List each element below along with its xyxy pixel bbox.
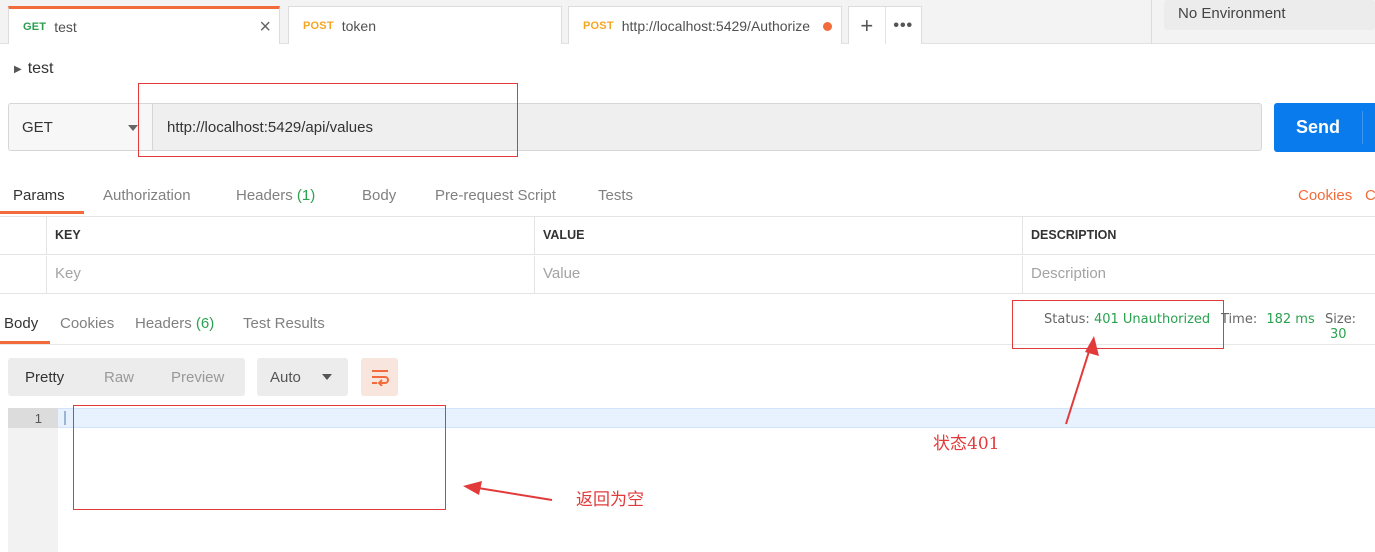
table-row: Key Value Description [0,256,1375,294]
divider [1151,0,1152,44]
preview-button[interactable]: Preview [171,369,224,386]
value-input[interactable]: Value [534,256,1022,294]
arrow-left-icon [477,487,553,501]
annotation-status-note: 状态401 [933,434,1000,454]
tab-label: token [341,17,376,34]
tab-authorization[interactable]: Authorization [103,187,191,204]
tab-post-authorize[interactable]: POST http://localhost:5429/Authorize [568,6,842,44]
tab-body[interactable]: Body [362,187,396,204]
tab-response-headers[interactable]: Headers (6) [135,315,214,332]
tab-get-test[interactable]: GET test × [8,6,280,44]
wrap-lines-icon [371,370,389,386]
divider [0,293,1375,294]
tab-response-headers-label: Headers [135,315,192,332]
raw-button[interactable]: Raw [104,369,134,386]
line-number: 1 [8,408,58,428]
send-button[interactable]: Send [1274,103,1375,152]
tab-headers[interactable]: Headers (1) [236,187,315,204]
tab-pre-request-script[interactable]: Pre-request Script [435,187,556,204]
unsaved-dot-icon [823,22,832,31]
description-input[interactable]: Description [1022,256,1375,294]
cookies-link[interactable]: Cookies [1298,187,1352,204]
tab-params[interactable]: Params [13,187,65,204]
tab-headers-label: Headers [236,187,293,204]
time-value[interactable]: 182 ms [1266,312,1314,327]
code-link[interactable]: C [1365,187,1375,204]
pretty-button[interactable]: Pretty [25,369,64,386]
column-header-description: DESCRIPTION [1022,217,1375,255]
divider [1362,111,1363,144]
size-readout: Size: 30 [1325,312,1375,342]
tab-label: http://localhost:5429/Authorize [621,17,811,34]
tab-test-results[interactable]: Test Results [243,315,325,332]
tab-label: test [54,18,77,35]
more-tabs-button[interactable]: ••• [884,7,922,44]
method-tag-post: POST [583,19,614,32]
editor-gutter: 1 [8,408,58,552]
format-value: Auto [270,369,301,386]
annotation-url-box [138,83,518,157]
tab-response-body[interactable]: Body [4,315,38,332]
tab-actions: + ••• [848,6,922,44]
time-readout: Time: 182 ms [1221,312,1315,327]
format-select[interactable]: Auto [257,358,348,396]
column-header-value: VALUE [534,217,1022,255]
send-label: Send [1296,117,1341,137]
chevron-down-icon [128,125,138,131]
arrowhead-icon [463,481,482,495]
request-name-label: test [27,60,54,77]
size-label: Size: [1325,312,1357,327]
text-cursor [64,411,66,425]
row-checkbox-cell [0,256,46,294]
request-name[interactable]: ▶ test [14,60,54,78]
annotation-status-box [1012,300,1224,349]
wrap-lines-button[interactable] [361,358,398,396]
tab-response-cookies[interactable]: Cookies [60,315,114,332]
environment-select[interactable]: No Environment [1164,0,1375,30]
headers-count-badge: (6) [195,315,215,332]
headers-count-badge: (1) [296,187,316,204]
tab-post-token[interactable]: POST token [288,6,562,44]
annotation-body-note: 返回为空 [576,490,644,510]
column-header-key: KEY [46,217,534,255]
request-tabs: Params Authorization Headers (1) Body Pr… [0,177,1375,217]
method-tag-post: POST [303,19,334,32]
new-tab-button[interactable]: + [849,7,885,44]
view-mode-group: Pretty Raw Preview [8,358,245,396]
method-value: GET [22,119,53,136]
close-icon[interactable]: × [259,17,271,37]
size-value[interactable]: 30 [1330,327,1347,342]
request-tab-bar: GET test × POST token POST http://localh… [0,0,1375,44]
method-tag-get: GET [23,20,47,33]
annotation-body-box [73,405,446,510]
caret-right-icon: ▶ [14,63,22,75]
key-input[interactable]: Key [46,256,534,294]
table-header-row: KEY VALUE DESCRIPTION [0,217,1375,255]
chevron-down-icon [322,374,332,380]
method-select[interactable]: GET [8,103,152,151]
active-tab-indicator [0,211,84,214]
time-label: Time: [1221,312,1258,327]
table-cell [0,217,46,255]
tab-tests[interactable]: Tests [598,187,633,204]
